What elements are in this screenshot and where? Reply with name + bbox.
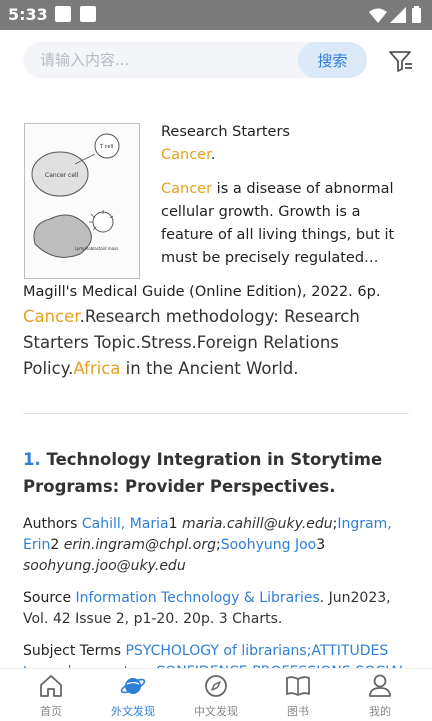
notification-icon [55,6,71,22]
author-link[interactable]: Soohyung Joo [221,537,317,553]
divider [23,413,409,414]
featured-source: Magill's Medical Guide (Online Edition),… [23,284,381,300]
diagram-image: Cancer cell T cell Lymphoblastoid mass [31,133,120,258]
status-time: 5:33 [8,5,48,24]
user-icon [369,674,391,697]
subject-term-highlight[interactable]: Cancer [23,307,80,326]
featured-subject[interactable]: Cancer. [161,147,215,163]
book-icon [286,676,310,696]
tab-books[interactable]: 图书 [255,669,341,721]
search-bar: 搜索 [0,42,432,78]
article-thumbnail[interactable]: Cancer cell T cell Lymphoblastoid mass [24,123,140,279]
search-button[interactable]: 搜索 [298,42,367,78]
svg-text:Lymphoblastoid mass: Lymphoblastoid mass [75,246,118,251]
featured-subject-terms: Cancer.Research methodology: Research St… [23,307,360,378]
wifi-icon [369,8,387,23]
svg-text:T cell: T cell [99,144,113,150]
result-item[interactable]: 1. Technology Integration in Storytime P… [23,446,413,668]
home-icon [40,675,62,697]
status-icons [369,6,421,23]
tab-chinese-discovery[interactable]: 中文发现 [173,669,259,721]
svg-text:Cancer cell: Cancer cell [45,172,79,179]
source-link[interactable]: Information Technology & Libraries [76,590,320,606]
result-authors: Authors Cahill, Maria1 maria.cahill@uky.… [23,516,392,574]
result-subject-terms: Subject Terms PSYCHOLOGY of librarians;A… [23,641,413,668]
status-bar: 5:33 [0,0,432,30]
compass-icon [205,675,227,697]
subject-term-highlight[interactable]: Africa [73,359,120,378]
subject-highlight[interactable]: Cancer [161,147,211,163]
result-title[interactable]: 1. Technology Integration in Storytime P… [23,446,413,500]
notification-icon [80,6,96,22]
featured-abstract: Cancer is a disease of abnormal cellular… [161,181,395,266]
content-type-label: Research Starters [161,124,290,140]
signal-icon [390,7,406,23]
bottom-nav: 首页 外文发现 中文发现 图书 我的 [0,668,432,720]
filter-icon[interactable] [388,48,414,74]
tab-foreign-discovery[interactable]: 外文发现 [90,669,176,721]
battery-icon [412,8,421,23]
results-list[interactable]: Cancer cell T cell Lymphoblastoid mass R… [0,90,432,668]
result-source: Source Information Technology & Librarie… [23,590,391,627]
planet-icon [120,678,146,694]
tab-home[interactable]: 首页 [8,669,94,721]
tab-mine[interactable]: 我的 [337,669,423,721]
author-link[interactable]: Cahill, Maria [82,516,169,532]
abstract-highlight: Cancer [161,181,213,197]
result-number: 1. [23,450,41,469]
